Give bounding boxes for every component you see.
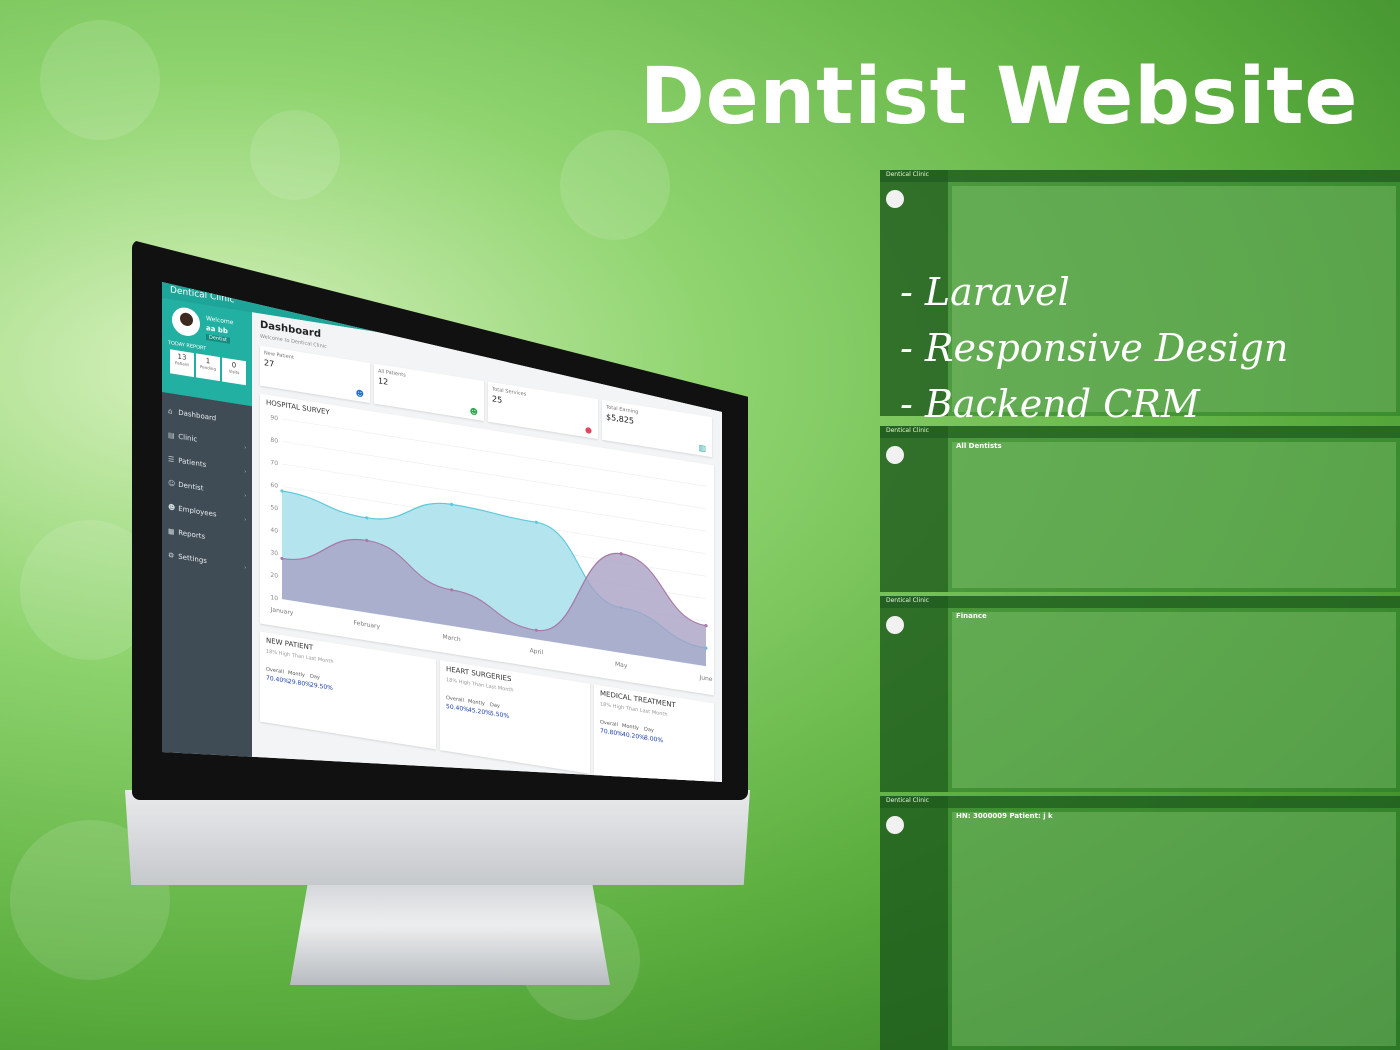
y-tick-label: 80 xyxy=(270,437,278,445)
feature-item: - Backend CRM xyxy=(900,382,1200,426)
monitor-screen: Dentical Clinic Welcome aa bb Dentist TO… xyxy=(162,282,722,782)
stat-patient: 13 Patient xyxy=(170,349,194,378)
clinic-icon: ▤ xyxy=(168,430,175,440)
y-tick-label: 70 xyxy=(270,459,278,467)
dentist-icon: ☺ xyxy=(168,478,176,489)
role-badge: Dentist xyxy=(206,333,231,344)
profile-panel: Welcome aa bb Dentist TODAY REPORT 13 Pa… xyxy=(162,298,252,407)
chevron-right-icon: › xyxy=(244,515,247,524)
employees-icon: ☻ xyxy=(168,502,176,513)
panel-topbar xyxy=(880,796,1400,808)
monitor-stand xyxy=(290,875,610,985)
panel-topbar xyxy=(880,170,1400,182)
y-tick-label: 50 xyxy=(270,504,278,512)
chevron-right-icon: › xyxy=(244,467,247,476)
x-tick-label: March xyxy=(442,633,460,643)
bank-icon: ▥ xyxy=(698,442,706,454)
metric-value: 29.80% xyxy=(288,677,311,689)
metric-value: 5.50% xyxy=(490,709,510,720)
y-tick-label: 90 xyxy=(270,414,278,422)
user-group-icon: ☻ xyxy=(469,406,478,418)
card-value: $5,825 xyxy=(606,412,634,426)
collage-panel-dentists: Dentical Clinic All Dentists xyxy=(880,426,1400,592)
panel-main xyxy=(952,812,1396,1046)
home-icon: ⌂ xyxy=(168,406,173,416)
feature-list: - Laravel - Responsive Design - Backend … xyxy=(900,264,1288,432)
card-value: 12 xyxy=(378,376,389,387)
stat-visits: 0 Visits xyxy=(222,357,246,386)
panel-heading: Finance xyxy=(956,612,987,620)
collage-panel-finance: Dentical Clinic Finance xyxy=(880,596,1400,792)
data-point xyxy=(280,489,284,493)
metric-value: 45.20% xyxy=(468,706,491,718)
avatar xyxy=(886,190,904,208)
x-tick-label: May xyxy=(615,661,628,670)
panel-main xyxy=(952,612,1396,788)
user-icon: ☻ xyxy=(355,388,364,399)
bokeh-circle xyxy=(560,130,670,240)
panel-sidebar xyxy=(880,796,948,1050)
metric-value: 40.20% xyxy=(622,730,645,742)
avatar xyxy=(886,446,904,464)
panel-main xyxy=(952,442,1396,588)
avatar xyxy=(886,816,904,834)
x-tick-label: February xyxy=(354,619,381,630)
collage-panel-patient: Dentical Clinic HN: 3000009 Patient: j k xyxy=(880,796,1400,1050)
reports-icon: ▦ xyxy=(168,526,175,536)
panel-brand: Dentical Clinic xyxy=(886,797,929,804)
feature-item: - Laravel xyxy=(900,270,1070,314)
stat-pending: 1 Pending xyxy=(196,353,220,382)
y-tick-label: 40 xyxy=(270,527,278,535)
metric-value: 50.40% xyxy=(446,702,469,714)
y-tick-label: 60 xyxy=(270,482,278,490)
feature-item: - Responsive Design xyxy=(900,326,1289,370)
chevron-right-icon: › xyxy=(244,443,247,452)
y-tick-label: 20 xyxy=(270,572,278,580)
card-value: 25 xyxy=(492,394,503,405)
panel-brand: Dentical Clinic xyxy=(886,171,929,178)
card-subtitle: 18% High Than Last Month xyxy=(266,648,334,666)
x-tick-label: April xyxy=(530,647,544,656)
y-tick-label: 10 xyxy=(270,594,278,602)
hero-title: Dentist Website xyxy=(640,52,1359,142)
panel-heading: HN: 3000009 Patient: j k xyxy=(956,812,1053,820)
avatar xyxy=(886,616,904,634)
y-tick-label: 30 xyxy=(270,549,278,557)
bokeh-circle xyxy=(250,110,340,200)
panel-heading: All Dentists xyxy=(956,442,1002,450)
settings-icon: ⚙ xyxy=(168,550,175,560)
services-icon: ● xyxy=(585,424,592,436)
metric-value: 70.40% xyxy=(266,674,289,686)
chevron-right-icon: › xyxy=(244,491,247,500)
dashboard-app: Dentical Clinic Welcome aa bb Dentist TO… xyxy=(162,282,722,782)
monitor-chin xyxy=(125,790,750,885)
avatar[interactable] xyxy=(172,305,200,339)
patients-icon: ☰ xyxy=(168,454,175,464)
metric-value: 70.80% xyxy=(600,727,623,738)
metric-value: 29.50% xyxy=(310,681,333,693)
bokeh-circle xyxy=(40,20,160,140)
chevron-right-icon: › xyxy=(244,563,247,572)
x-tick-label: June xyxy=(698,674,712,683)
panel-brand: Dentical Clinic xyxy=(886,597,929,604)
metric-value: 8.00% xyxy=(644,734,664,745)
panel-topbar xyxy=(880,596,1400,608)
card-value: 27 xyxy=(264,358,275,369)
x-tick-label: January xyxy=(270,606,294,617)
